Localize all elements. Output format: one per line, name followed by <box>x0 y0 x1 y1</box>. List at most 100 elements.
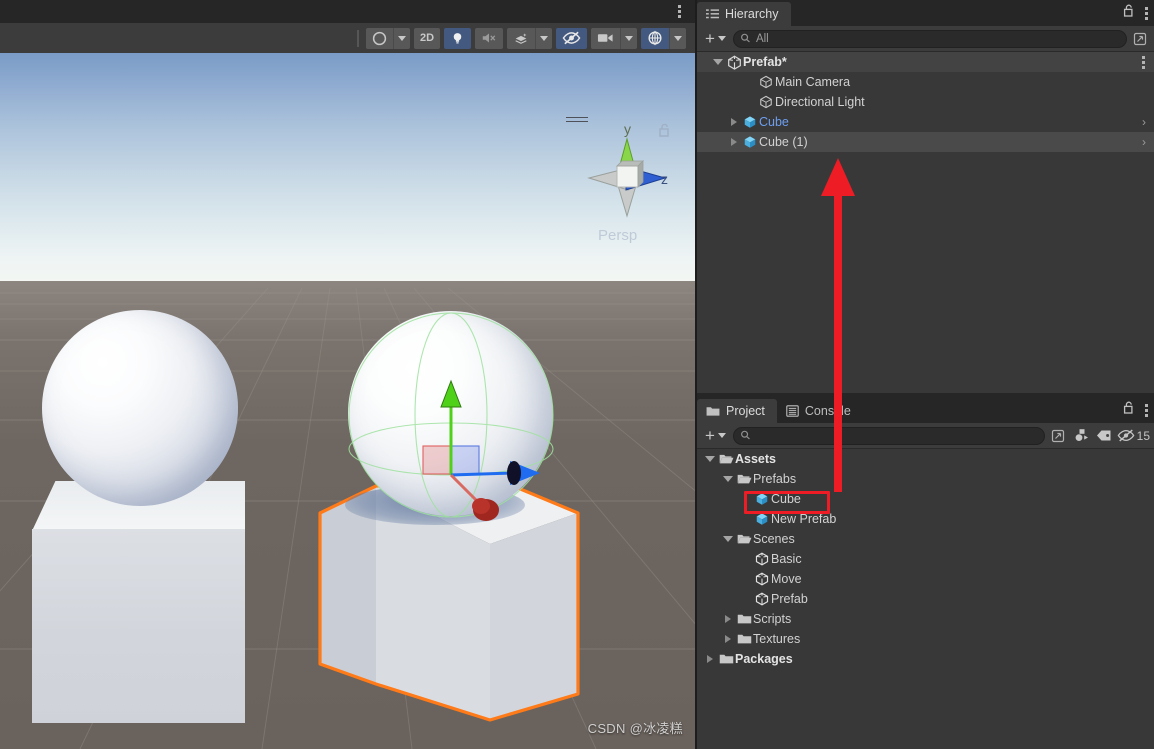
project-row-prefab[interactable]: Prefab <box>697 589 1154 609</box>
camera-caret[interactable] <box>620 28 637 49</box>
project-row-scenes[interactable]: Scenes <box>697 529 1154 549</box>
hierarchy-row-directional-light[interactable]: Directional Light <box>697 92 1154 112</box>
object-filter-icon[interactable] <box>1071 426 1091 446</box>
toolbar-divider <box>357 30 359 47</box>
scene-view-toolbar: 2D <box>0 23 697 53</box>
tab-label: Console <box>805 404 851 418</box>
project-search-input[interactable] <box>733 427 1045 445</box>
tree-twisty[interactable] <box>727 118 741 126</box>
tree-twisty[interactable] <box>703 655 717 663</box>
hierarchy-row-cube-1[interactable]: Cube (1) › <box>697 132 1154 152</box>
mute-audio-icon <box>481 31 497 45</box>
row-label: Cube (1) <box>759 135 808 149</box>
tree-twisty[interactable] <box>703 456 717 462</box>
fx-dropdown[interactable] <box>507 28 552 49</box>
tree-twisty[interactable] <box>721 615 735 623</box>
folder-closed-icon <box>717 653 735 665</box>
console-icon <box>786 405 799 417</box>
project-panel: Project Console <box>697 397 1154 749</box>
unlocked-padlock-icon[interactable] <box>1123 401 1135 420</box>
projection-mode-label[interactable]: Persp <box>598 227 637 244</box>
gizmos-dropdown[interactable] <box>641 28 686 49</box>
row-label: Cube <box>759 115 789 129</box>
hierarchy-row-cube[interactable]: Cube › <box>697 112 1154 132</box>
project-row-packages[interactable]: Packages <box>697 649 1154 669</box>
audio-toggle[interactable] <box>475 28 503 49</box>
search-icon <box>740 33 751 44</box>
tag-icon[interactable] <box>1094 426 1114 446</box>
gizmos-caret[interactable] <box>669 28 686 49</box>
tab-project[interactable]: Project <box>697 399 777 423</box>
tree-twisty[interactable] <box>727 138 741 146</box>
row-label: Main Camera <box>775 75 850 89</box>
project-row-prefabs[interactable]: Prefabs <box>697 469 1154 489</box>
chevron-right-icon[interactable]: › <box>1142 115 1146 129</box>
scene-viewport[interactable]: y z Persp CSDN @冰凌糕 <box>0 53 697 749</box>
move-gizmo[interactable] <box>318 303 598 563</box>
kebab-menu-icon[interactable] <box>1142 56 1145 69</box>
fx-layers-icon[interactable] <box>507 28 535 49</box>
folder-open-icon <box>735 533 753 545</box>
folder-closed-icon <box>735 613 753 625</box>
prefab-scene-icon <box>725 55 743 70</box>
plus-icon: + <box>705 32 715 45</box>
tab-hierarchy[interactable]: Hierarchy <box>697 2 791 26</box>
hidden-count-label: 15 <box>1137 429 1150 443</box>
2d-toggle[interactable]: 2D <box>414 28 440 49</box>
chevron-down-icon <box>723 536 733 542</box>
draw-mode-dropdown[interactable] <box>366 28 410 49</box>
row-label: Packages <box>735 652 793 666</box>
row-label: Assets <box>735 452 776 466</box>
chevron-right-icon <box>707 655 713 663</box>
project-row-scripts[interactable]: Scripts <box>697 609 1154 629</box>
shaded-sphere-icon[interactable] <box>366 28 393 49</box>
gizmos-globe-icon[interactable] <box>641 28 669 49</box>
prefab-cube-icon <box>741 115 759 129</box>
project-row-move[interactable]: Move <box>697 569 1154 589</box>
chevron-down-icon <box>718 433 726 438</box>
tree-twisty[interactable] <box>721 476 735 482</box>
right-dock-column: Hierarchy + <box>697 0 1154 749</box>
search-icon <box>740 430 751 441</box>
tab-label: Project <box>726 404 765 418</box>
kebab-menu-icon[interactable] <box>1145 7 1148 20</box>
folder-open-icon <box>735 473 753 485</box>
scene-visibility-toggle[interactable] <box>556 28 587 49</box>
hierarchy-search-input[interactable]: All <box>733 30 1127 48</box>
hidden-eye-icon <box>562 31 581 45</box>
tree-twisty[interactable] <box>721 536 735 542</box>
hidden-assets-counter[interactable]: 15 <box>1117 426 1150 446</box>
row-label: New Prefab <box>771 512 836 526</box>
draw-mode-caret[interactable] <box>393 28 410 49</box>
kebab-menu-icon[interactable] <box>1145 404 1148 417</box>
camera-settings-dropdown[interactable] <box>591 28 637 49</box>
project-tree[interactable]: Assets PrefabsCube New Prefab ScenesBasic Mo… <box>697 449 1154 749</box>
unity-scene-icon <box>753 592 771 606</box>
hierarchy-row-prefab[interactable]: Prefab* <box>697 52 1154 72</box>
open-in-new-icon[interactable] <box>1048 426 1068 446</box>
camera-icon[interactable] <box>591 28 620 49</box>
tree-twisty[interactable] <box>721 635 735 643</box>
scene-lighting-toggle[interactable] <box>444 28 471 49</box>
create-gameobject-button[interactable]: + <box>701 29 730 48</box>
project-row-new-prefab[interactable]: New Prefab <box>697 509 1154 529</box>
chevron-right-icon[interactable]: › <box>1142 135 1146 149</box>
open-in-new-icon[interactable] <box>1130 29 1150 49</box>
project-row-basic[interactable]: Basic <box>697 549 1154 569</box>
hierarchy-row-main-camera[interactable]: Main Camera <box>697 72 1154 92</box>
fx-caret[interactable] <box>535 28 552 49</box>
prefab-cube-icon <box>753 512 771 526</box>
project-toolbar: + <box>697 423 1154 449</box>
row-label: Move <box>771 572 802 586</box>
hierarchy-tree[interactable]: Prefab* Main Camera Directional Light Cube ›… <box>697 52 1154 403</box>
project-row-textures[interactable]: Textures <box>697 629 1154 649</box>
kebab-menu-icon[interactable] <box>672 3 686 20</box>
project-row-cube[interactable]: Cube <box>697 489 1154 509</box>
tree-twisty[interactable] <box>711 59 725 65</box>
tab-console[interactable]: Console <box>777 399 863 423</box>
axis-z-label: z <box>661 171 668 187</box>
create-asset-button[interactable]: + <box>701 426 730 445</box>
project-row-assets[interactable]: Assets <box>697 449 1154 469</box>
chevron-down-icon <box>723 476 733 482</box>
unlocked-padlock-icon[interactable] <box>1123 4 1135 23</box>
